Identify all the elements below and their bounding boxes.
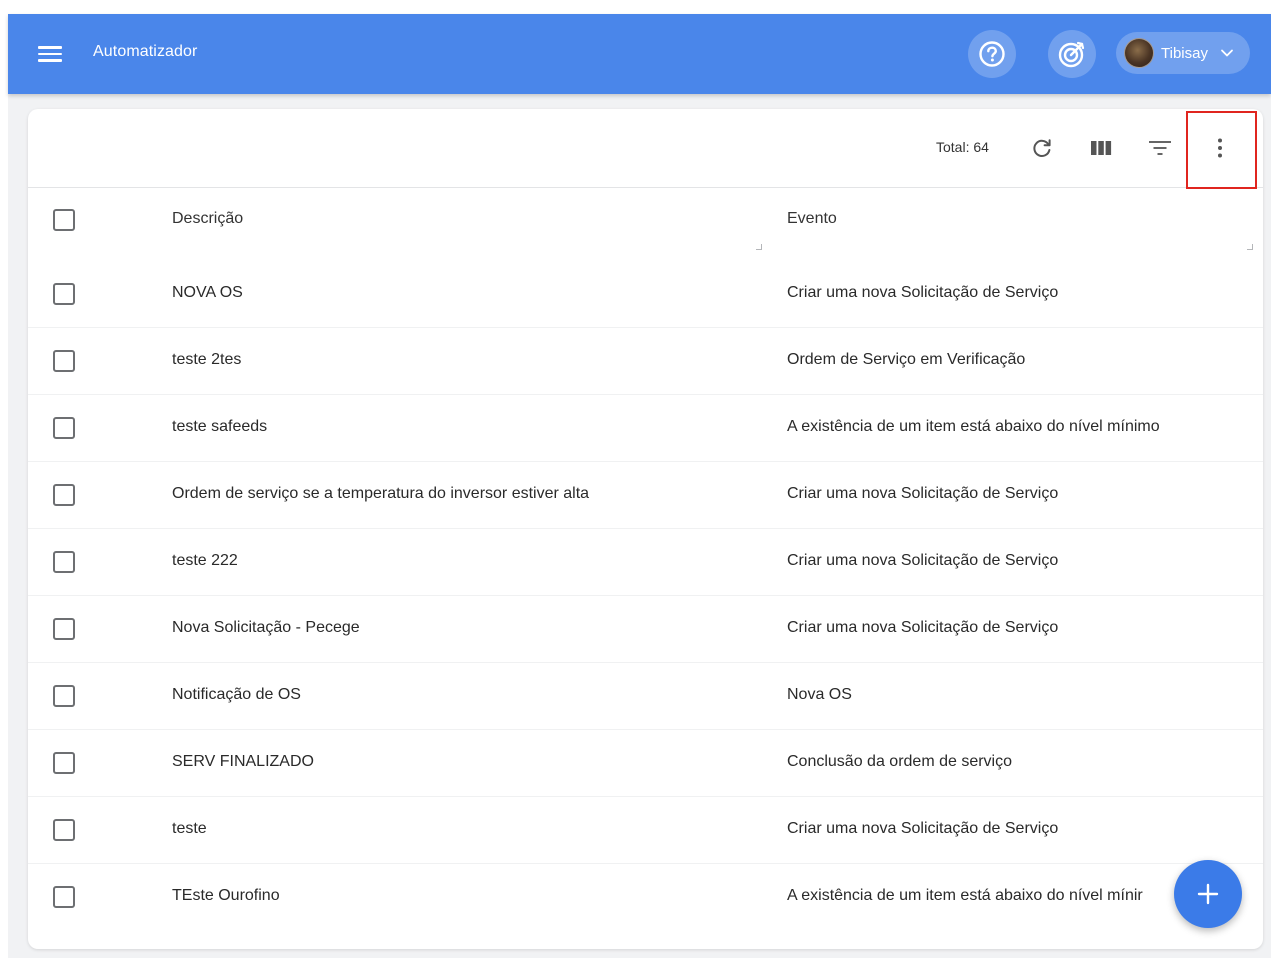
- row-event: A existência de um item está abaixo do n…: [787, 418, 1160, 435]
- page-title: Automatizador: [93, 43, 198, 60]
- avatar: [1124, 38, 1154, 68]
- row-checkbox[interactable]: [53, 618, 75, 640]
- table-row[interactable]: SERV FINALIZADO Conclusão da ordem de se…: [28, 730, 1263, 797]
- row-description: TEste Ourofino: [172, 887, 280, 904]
- table-row[interactable]: Ordem de serviço se a temperatura do inv…: [28, 462, 1263, 529]
- more-options-button[interactable]: [1203, 131, 1237, 165]
- row-checkbox[interactable]: [53, 886, 75, 908]
- row-description: Ordem de serviço se a temperatura do inv…: [172, 485, 590, 502]
- row-event: Criar uma nova Solicitação de Serviço: [787, 552, 1059, 569]
- row-event: Criar uma nova Solicitação de Serviço: [787, 284, 1059, 301]
- row-event: Criar uma nova Solicitação de Serviço: [787, 619, 1059, 636]
- select-all-checkbox[interactable]: [53, 209, 75, 231]
- table-row[interactable]: teste 2tes Ordem de Serviço em Verificaç…: [28, 328, 1263, 395]
- table-row[interactable]: NOVA OS Criar uma nova Solicitação de Se…: [28, 261, 1263, 328]
- row-checkbox[interactable]: [53, 484, 75, 506]
- table-row[interactable]: teste safeeds A existência de um item es…: [28, 395, 1263, 462]
- row-description: teste 2tes: [172, 351, 242, 368]
- app-bar: Automatizador Tibisay: [8, 14, 1271, 94]
- menu-icon[interactable]: [30, 40, 70, 68]
- add-automation-button[interactable]: [1174, 860, 1242, 928]
- row-checkbox[interactable]: [53, 350, 75, 372]
- row-event: Conclusão da ordem de serviço: [787, 753, 1013, 770]
- row-description: Notificação de OS: [172, 686, 301, 703]
- table-row[interactable]: teste 222 Criar uma nova Solicitação de …: [28, 529, 1263, 596]
- row-checkbox[interactable]: [53, 417, 75, 439]
- chevron-down-icon: [1221, 49, 1233, 57]
- row-description: teste: [172, 820, 207, 837]
- user-name: Tibisay: [1161, 44, 1208, 62]
- column-header-event[interactable]: Evento: [787, 210, 837, 228]
- table-header: Descrição Evento: [28, 189, 1263, 261]
- column-header-description[interactable]: Descrição: [172, 210, 243, 228]
- list-toolbar: Total: 64: [28, 109, 1263, 189]
- row-event: A existência de um item está abaixo do n…: [787, 887, 1143, 904]
- plus-icon: [1197, 883, 1219, 905]
- columns-button[interactable]: [1084, 131, 1118, 165]
- row-description: Nova Solicitação - Pecege: [172, 619, 360, 636]
- refresh-icon: [1033, 139, 1051, 157]
- automation-table: Descrição Evento NOVA OS Criar uma nova …: [28, 189, 1263, 931]
- refresh-button[interactable]: [1025, 131, 1059, 165]
- column-resize-handle[interactable]: [1247, 244, 1253, 250]
- filter-button[interactable]: [1143, 131, 1177, 165]
- row-description: teste safeeds: [172, 418, 268, 435]
- table-row[interactable]: TEste Ourofino A existência de um item e…: [28, 864, 1263, 931]
- row-event: Ordem de Serviço em Verificação: [787, 351, 1026, 368]
- columns-icon: [1091, 141, 1112, 155]
- target-icon: [1058, 41, 1085, 68]
- row-event: Criar uma nova Solicitação de Serviço: [787, 485, 1059, 502]
- row-checkbox[interactable]: [53, 685, 75, 707]
- user-menu[interactable]: Tibisay: [1116, 32, 1250, 74]
- row-checkbox[interactable]: [53, 283, 75, 305]
- row-event: Criar uma nova Solicitação de Serviço: [787, 820, 1059, 837]
- total-count: Total: 64: [936, 139, 989, 155]
- more-vert-icon: [1218, 138, 1222, 158]
- row-checkbox[interactable]: [53, 819, 75, 841]
- row-description: SERV FINALIZADO: [172, 753, 314, 770]
- filter-icon: [1149, 141, 1171, 155]
- help-icon: [979, 41, 1005, 67]
- row-checkbox[interactable]: [53, 551, 75, 573]
- row-event: Nova OS: [787, 686, 852, 703]
- column-resize-handle[interactable]: [756, 244, 762, 250]
- app-frame: Automatizador Tibisay Total: 64 Descriçã…: [8, 14, 1271, 958]
- row-description: NOVA OS: [172, 284, 243, 301]
- row-checkbox[interactable]: [53, 752, 75, 774]
- table-row[interactable]: Notificação de OS Nova OS: [28, 663, 1263, 730]
- table-row[interactable]: teste Criar uma nova Solicitação de Serv…: [28, 797, 1263, 864]
- table-row[interactable]: Nova Solicitação - Pecege Criar uma nova…: [28, 596, 1263, 663]
- target-button[interactable]: [1048, 30, 1096, 78]
- list-card: Total: 64 Descrição Evento NOVA OS Criar…: [28, 109, 1263, 949]
- row-description: teste 222: [172, 552, 238, 569]
- help-button[interactable]: [968, 30, 1016, 78]
